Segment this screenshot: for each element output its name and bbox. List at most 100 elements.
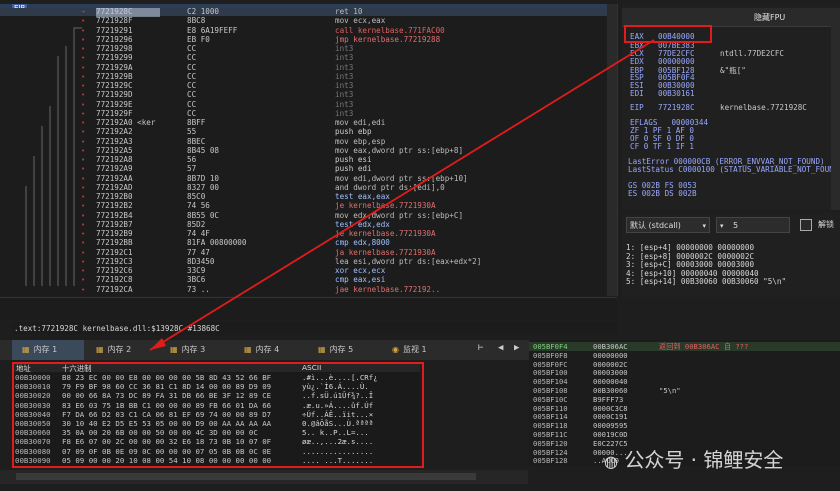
breakpoint-dot-icon[interactable]: •: [81, 184, 85, 192]
disasm-row[interactable]: • 772192B4 8B55 0C mov edx,dword ptr ss:[eb…: [0, 211, 607, 220]
stack-row[interactable]: 005BF108 00B30060 "5\n": [529, 386, 840, 395]
breakpoint-dot-icon[interactable]: •: [81, 54, 85, 62]
disasm-row[interactable]: • 7721929C CC int3: [0, 81, 607, 90]
flags-line-3[interactable]: CF 0 TF 1 IF 1: [630, 142, 694, 151]
disasm-scrollbar[interactable]: [607, 4, 617, 296]
registers-scrollbar[interactable]: [831, 26, 840, 210]
breakpoint-dot-icon[interactable]: •: [81, 91, 85, 99]
stack-row[interactable]: 005BF0FC 0000002C: [529, 360, 840, 369]
stack-row[interactable]: 005BF100 00003000: [529, 368, 840, 377]
breakpoint-dot-icon[interactable]: •: [81, 82, 85, 90]
breakpoint-dot-icon[interactable]: •: [81, 110, 85, 118]
tab-menu-icon[interactable]: ⊢: [478, 343, 483, 353]
breakpoint-dot-icon[interactable]: •: [81, 147, 85, 155]
tab-scroll-right-icon[interactable]: ▶: [514, 343, 519, 353]
breakpoint-dot-icon[interactable]: •: [81, 212, 85, 220]
stack-row[interactable]: 005BF118 00009595: [529, 421, 840, 430]
register-value[interactable]: 00B30161: [658, 89, 720, 98]
tab-watch-1[interactable]: ◉ 监视 1: [382, 340, 454, 360]
disasm-row[interactable]: • 772192A3 8BEC mov ebp,esp: [0, 137, 607, 146]
register-value[interactable]: 7721928C: [658, 103, 720, 112]
disasm-row[interactable]: • 7721929F CC int3: [0, 109, 607, 118]
disasm-row[interactable]: • 772192CA 73 .. jae kernelbase.772192..: [0, 285, 607, 294]
scroll-thumb[interactable]: [16, 473, 476, 480]
disasm-row[interactable]: • 772192AD 8327 00 and dword ptr ds:[edi],0: [0, 183, 607, 192]
unlock-checkbox[interactable]: [800, 219, 812, 231]
disasm-row[interactable]: • 772192C6 33C9 xor ecx,ecx: [0, 266, 607, 275]
stack-row[interactable]: 005BF11C 00019C0D: [529, 430, 840, 439]
breakpoint-dot-icon[interactable]: •: [81, 286, 85, 294]
disasm-row[interactable]: • 77219296 EB F0 jmp kernelbase.77219288: [0, 35, 607, 44]
disasm-row[interactable]: • 772192B9 74 4F je kernelbase.7721930A: [0, 229, 607, 238]
arg-count-spinbox[interactable]: ▾ 5: [716, 217, 790, 233]
dump-horizontal-scrollbar[interactable]: [0, 470, 528, 484]
breakpoint-dot-icon[interactable]: •: [81, 258, 85, 266]
disasm-row[interactable]: • 772192B7 85D2 test edx,edx: [0, 220, 607, 229]
tab-scroll-left-icon[interactable]: ◀: [498, 343, 503, 353]
disasm-row[interactable]: • 772192C3 8D3450 lea esi,dword ptr ds:[eax…: [0, 257, 607, 266]
breakpoint-dot-icon[interactable]: •: [81, 276, 85, 284]
breakpoint-dot-icon[interactable]: •: [81, 239, 85, 247]
breakpoint-dot-icon[interactable]: •: [81, 138, 85, 146]
breakpoint-dot-icon[interactable]: •: [81, 230, 85, 238]
tab-memory-2[interactable]: ▦ 内存 2: [86, 340, 158, 360]
disasm-row[interactable]: • 772192A5 8B45 08 mov eax,dword ptr ss:[eb…: [0, 146, 607, 155]
stack-row[interactable]: 005BF110 0000C3C8: [529, 404, 840, 413]
breakpoint-dot-icon[interactable]: •: [81, 119, 85, 127]
breakpoint-dot-icon[interactable]: •: [81, 17, 85, 25]
hide-fpu-button[interactable]: 隐藏FPU: [754, 12, 785, 23]
disasm-row[interactable]: • 772192BB 81FA 00800000 cmp edx,8000: [0, 238, 607, 247]
stack-row[interactable]: 005BF104 00000040: [529, 377, 840, 386]
stack-row[interactable]: 005BF0F4 00B306AC 返回到 00B306AC 自 ???: [529, 342, 840, 351]
breakpoint-dot-icon[interactable]: •: [81, 73, 85, 81]
disasm-row[interactable]: • 772192C1 77 47 ja kernelbase.7721930A: [0, 248, 607, 257]
disasm-row[interactable]: • 772192A8 56 push esi: [0, 155, 607, 164]
stack-row[interactable]: 005BF10C B9FFF73: [529, 395, 840, 404]
register-row[interactable]: EIP 7721928C kernelbase.7721928C: [630, 103, 807, 112]
disasm-row[interactable]: • 77219299 CC int3: [0, 53, 607, 62]
memory-dump-view[interactable]: 地址 十六进制 ASCII 00B30000 B8 23 EC 00 00 E8 …: [12, 362, 424, 468]
breakpoint-dot-icon[interactable]: •: [81, 128, 85, 136]
register-row[interactable]: EDI 00B30161: [630, 89, 720, 98]
disasm-row[interactable]: ➜7721928CC2 1000ret 10: [0, 7, 607, 17]
disasm-address: 7721929E: [96, 99, 133, 109]
tab-memory-5[interactable]: ▦ 内存 5: [308, 340, 380, 360]
disasm-row[interactable]: • 772192C8 3BC6 cmp eax,esi: [0, 275, 607, 284]
breakpoint-dot-icon[interactable]: •: [81, 36, 85, 44]
stack-row[interactable]: 005BF0F8 00000000: [529, 351, 840, 360]
disasm-row[interactable]: • 7721929E CC int3: [0, 99, 607, 109]
breakpoint-dot-icon[interactable]: •: [81, 165, 85, 173]
disasm-row[interactable]: • 772192A2 55 push ebp: [0, 127, 607, 136]
breakpoint-dot-icon[interactable]: •: [81, 221, 85, 229]
disasm-row[interactable]: • 77219291 E8 6A19FEFF call kernelbase.771F…: [0, 26, 607, 35]
disasm-row[interactable]: • 772192B2 74 56 je kernelbase.7721930A: [0, 201, 607, 210]
tab-memory-4[interactable]: ▦ 内存 4: [234, 340, 306, 360]
breakpoint-dot-icon[interactable]: •: [81, 249, 85, 257]
disasm-row[interactable]: • 772192AA 8B7D 10 mov edi,dword ptr ss:[eb…: [0, 174, 607, 183]
disasm-row[interactable]: • 77219298 CC int3: [0, 44, 607, 53]
breakpoint-dot-icon[interactable]: •: [81, 45, 85, 53]
breakpoint-dot-icon[interactable]: •: [81, 202, 85, 210]
tab-memory-3[interactable]: ▦ 内存 3: [160, 340, 232, 360]
disasm-row[interactable]: • 7721928F 8BC8 mov ecx,eax: [0, 16, 607, 25]
breakpoint-dot-icon[interactable]: •: [81, 267, 85, 275]
disasm-row[interactable]: • 7721929D CC int3: [0, 90, 607, 99]
disasm-row[interactable]: • 772192B0 85C0 test eax,eax: [0, 192, 607, 201]
segment-line-2[interactable]: ES 002B DS 002B: [628, 189, 697, 198]
disasm-row[interactable]: • 7721929B CC int3: [0, 72, 607, 81]
call-arg-row[interactable]: 5: [esp+14] 00B30060 00B30060 "5\n": [626, 277, 786, 286]
breakpoint-dot-icon[interactable]: •: [81, 101, 85, 109]
tab-memory-1[interactable]: ▦ 内存 1: [12, 340, 84, 360]
breakpoint-dot-icon[interactable]: •: [81, 193, 85, 201]
calling-convention-select[interactable]: 默认 (stdcall) ▾: [626, 217, 710, 233]
memory-icon: ▦: [244, 345, 252, 354]
disasm-row[interactable]: • 7721929A CC int3: [0, 63, 607, 72]
breakpoint-dot-icon[interactable]: •: [81, 175, 85, 183]
breakpoint-dot-icon[interactable]: •: [81, 27, 85, 35]
breakpoint-dot-icon[interactable]: •: [81, 64, 85, 72]
disasm-row[interactable]: • 772192A9 57 push edi: [0, 164, 607, 173]
disassembly-view[interactable]: EIP ➜7721928CC2 1000ret 10•7721928F8BC8m…: [0, 4, 618, 296]
disasm-row[interactable]: • 772192A0 <ker 8BFF mov edi,edi: [0, 118, 607, 127]
breakpoint-dot-icon[interactable]: •: [81, 156, 85, 164]
stack-row[interactable]: 005BF114 0000C191: [529, 412, 840, 421]
